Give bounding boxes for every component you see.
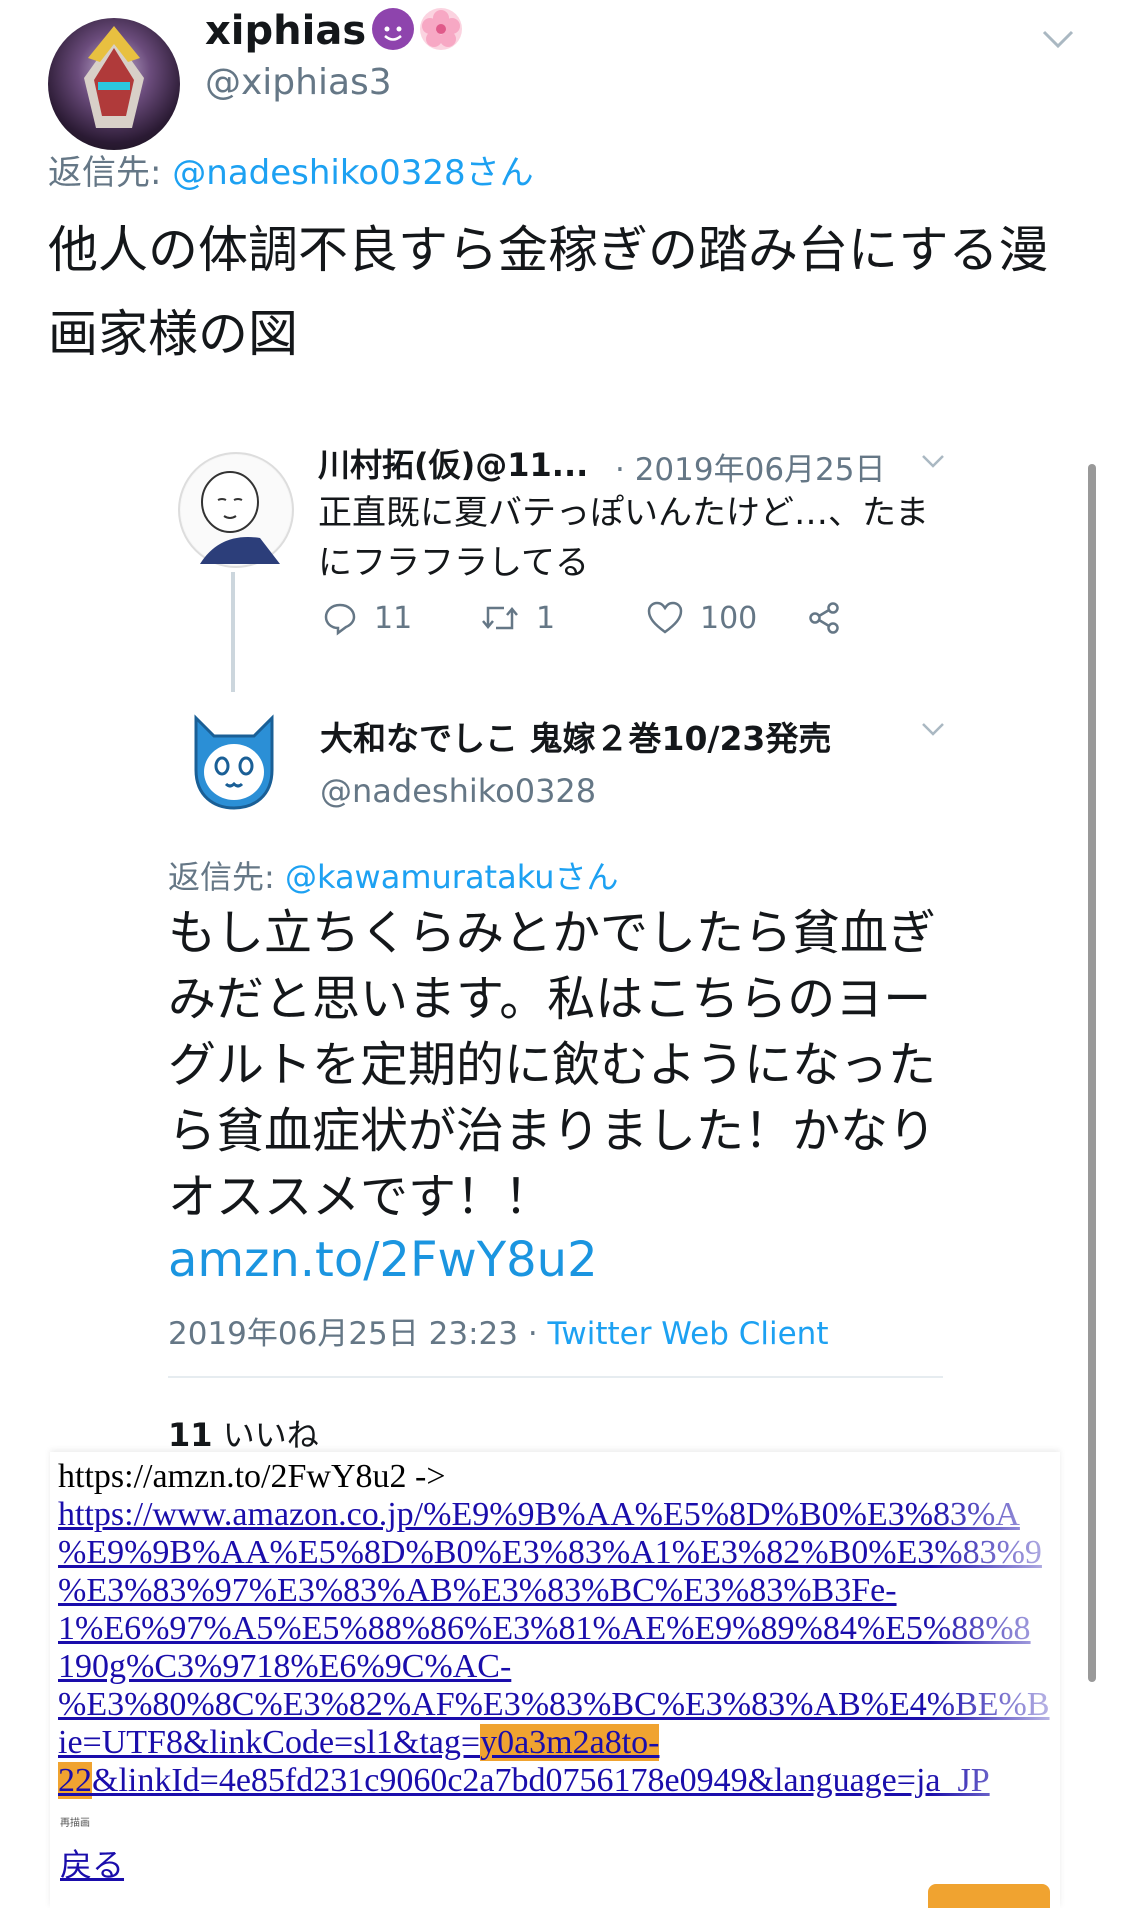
embedded-date-1: · 2019年06月25日	[615, 452, 886, 488]
like-action: 100	[646, 600, 757, 636]
author-handle[interactable]: @xiphias3	[205, 62, 392, 103]
share-action	[806, 600, 858, 636]
cherry-blossom-icon	[420, 8, 463, 50]
like-count: 100	[700, 600, 758, 636]
chevron-down-icon	[918, 714, 948, 744]
author-avatar[interactable]	[48, 18, 180, 150]
share-icon	[809, 602, 839, 634]
embedded-likes-count: 11	[168, 1416, 213, 1450]
embedded-reply-context: 返信先: @kawamuratakuさん	[168, 852, 619, 898]
reply-context: 返信先: @nadeshiko0328さん	[48, 145, 534, 194]
embedded-name-1: 川村拓(仮)@11...	[318, 446, 589, 484]
fade-overlay	[930, 1492, 1060, 1822]
reply-count: 11	[374, 600, 413, 636]
reply-action: 11	[322, 600, 412, 636]
reply-icon	[324, 603, 356, 636]
reply-mention-link[interactable]: @nadeshiko0328さん	[172, 153, 533, 193]
back-link[interactable]: 戻る	[60, 1840, 124, 1886]
expanded-url-line-1[interactable]: https://www.amazon.co.jp/%E9%9B%AA%E5%8D…	[58, 1496, 1020, 1533]
embedded-avatar-2	[178, 700, 290, 812]
short-url-line: https://amzn.to/2FwY8u2 ->	[58, 1458, 446, 1495]
orange-tab	[928, 1884, 1050, 1908]
scrollbar[interactable]	[1088, 464, 1096, 1682]
embedded-text-1: 正直既に夏バテっぽいんたけど…、たまにフラフラしてる	[318, 493, 929, 583]
embedded-action-bar: 11 1 100	[322, 600, 882, 650]
retweet-count: 1	[536, 600, 556, 636]
embedded-timestamp: 2019年06月25日 23:23 ·	[168, 1316, 548, 1352]
embedded-likes: 11 いいね	[168, 1410, 319, 1450]
url-expander-overlay: https://amzn.to/2FwY8u2 -> https://www.a…	[50, 1452, 1060, 1908]
expanded-url-line-8[interactable]: &linkId=4e85fd231c9060c2a7bd0756178e0949…	[92, 1762, 990, 1799]
embedded-meta: 2019年06月25日 23:23 · Twitter Web Client	[168, 1308, 828, 1353]
display-name-text: xiphias	[205, 8, 367, 54]
expanded-url-line-3[interactable]: %E3%83%97%E3%83%AB%E3%83%BC%E3%83%B3Fe-	[58, 1572, 897, 1609]
embedded-text-2: もし立ちくらみとかでしたら貧血ぎみだと思います。私はこちらのヨーグルトを定期的に…	[168, 905, 937, 1225]
embedded-reply-prefix: 返信先:	[168, 858, 285, 896]
affiliate-tag-highlight-1[interactable]: y0a3m2a8to-	[480, 1724, 660, 1761]
divider	[168, 1376, 943, 1378]
expanded-url-line-7[interactable]: ie=UTF8&linkCode=sl1&tag=	[58, 1724, 480, 1761]
tweet-text: 他人の体調不良すら金稼ぎの踏み台にする漫画家様の図	[48, 221, 1049, 363]
heart-icon	[647, 601, 683, 634]
expanded-url-line-6[interactable]: %E3%80%8C%E3%82%AF%E3%83%BC%E3%83%AB%E4%…	[58, 1686, 1050, 1723]
smiling-devil-icon	[372, 8, 415, 50]
expanded-url-line-5[interactable]: 190g%C3%9718%E6%9C%AC-	[58, 1648, 511, 1685]
reply-prefix: 返信先:	[48, 153, 173, 193]
retweet-icon	[482, 606, 518, 630]
retweet-action: 1	[480, 600, 555, 636]
thread-line	[231, 572, 235, 692]
author-display-name[interactable]: xiphias	[205, 8, 463, 54]
chevron-down-icon	[918, 446, 948, 476]
expanded-url-line-2[interactable]: %E9%9B%AA%E5%8D%B0%E3%83%A1%E3%82%B0%E3%…	[58, 1534, 1042, 1571]
embedded-avatar-1	[178, 452, 294, 568]
embedded-client: Twitter Web Client	[547, 1316, 829, 1352]
embedded-link: amzn.to/2FwY8u2	[168, 1232, 598, 1288]
affiliate-tag-highlight-2[interactable]: 22	[58, 1762, 92, 1799]
embedded-name-2: 大和なでしこ 鬼嫁２巻10/23発売	[320, 719, 832, 758]
chevron-down-icon[interactable]	[1038, 18, 1078, 58]
embedded-handle-2: @nadeshiko0328	[320, 772, 597, 810]
expanded-url-line-4[interactable]: 1%E6%97%A5%E5%88%86%E3%81%AE%E9%89%84%E5…	[58, 1610, 1031, 1647]
redraw-label[interactable]: 再描画	[60, 1814, 90, 1829]
embedded-reply-mention: @kawamuratakuさん	[284, 858, 619, 896]
embedded-likes-label: いいね	[222, 1416, 319, 1450]
